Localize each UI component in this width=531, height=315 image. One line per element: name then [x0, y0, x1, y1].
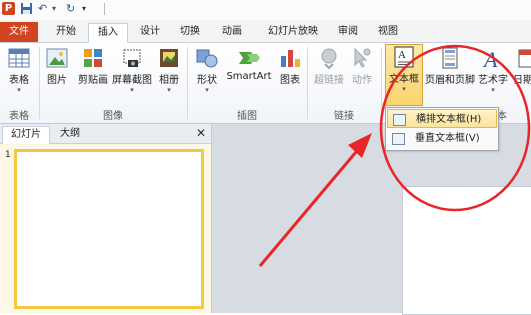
- tab-home[interactable]: 开始: [48, 23, 84, 42]
- slide-number: 1: [5, 150, 11, 160]
- header-footer-icon: [442, 47, 458, 69]
- tab-transitions[interactable]: 切换: [172, 23, 208, 42]
- chart-icon: [281, 50, 300, 67]
- album-button-label: 相册: [159, 75, 179, 86]
- horizontal-textbox-label: 横排文本框(H): [416, 114, 482, 125]
- powerpoint-app-icon[interactable]: P: [2, 2, 15, 15]
- table-button[interactable]: 表格 ▾: [4, 46, 34, 94]
- wordart-caret-icon: ▾: [491, 86, 495, 94]
- ribbon-tabs: 文件 开始 插入 设计 切换 动画 幻灯片放映 审阅 视图: [0, 20, 531, 44]
- panel-tabs: 幻灯片 大纲 ✕: [0, 124, 211, 145]
- screenshot-button-label: 屏幕截图: [112, 75, 152, 86]
- slide-thumbnail[interactable]: [14, 149, 204, 309]
- header-footer-button-label: 页眉和页脚: [425, 75, 475, 86]
- screenshot-icon: [123, 49, 141, 67]
- group-label-table: 表格: [9, 111, 29, 122]
- table-caret-icon: ▾: [17, 86, 21, 94]
- slide-thumbnail-list: 1: [0, 144, 211, 313]
- picture-button-label: 图片: [47, 75, 67, 86]
- slide-editing-area: [212, 124, 531, 315]
- screenshot-button[interactable]: 屏幕截图 ▾: [111, 46, 153, 94]
- chart-button-label: 图表: [280, 75, 300, 86]
- tab-slides[interactable]: 幻灯片: [2, 126, 50, 145]
- smartart-button[interactable]: SmartArt: [226, 46, 272, 82]
- action-button[interactable]: 动作: [348, 46, 376, 86]
- tab-outline[interactable]: 大纲: [52, 126, 88, 143]
- clipart-button-label: 剪贴画: [78, 75, 108, 86]
- menu-item-vertical-textbox[interactable]: 垂直文本框(V): [387, 129, 497, 148]
- calendar-icon: [518, 49, 531, 68]
- save-icon[interactable]: [20, 2, 33, 16]
- hyperlink-button-label: 超链接: [314, 75, 344, 86]
- chart-button[interactable]: 图表: [276, 46, 304, 86]
- qat-separator: [104, 3, 105, 15]
- header-footer-button[interactable]: 页眉和页脚: [424, 46, 476, 86]
- tab-insert[interactable]: 插入: [88, 23, 128, 44]
- tab-view[interactable]: 视图: [370, 23, 406, 42]
- close-panel-icon[interactable]: ✕: [196, 126, 206, 140]
- group-table: 表格 ▾ 表格: [0, 43, 38, 123]
- group-links: 超链接 动作 链接: [308, 43, 380, 123]
- album-button[interactable]: 相册 ▾: [154, 46, 184, 94]
- shapes-button[interactable]: 形状 ▾: [192, 46, 222, 94]
- datetime-button-label: 日期和: [513, 75, 531, 86]
- tab-slideshow[interactable]: 幻灯片放映: [260, 23, 326, 42]
- redo-icon[interactable]: ↻: [66, 2, 75, 16]
- photo-album-icon: [160, 49, 178, 67]
- tab-review[interactable]: 审阅: [330, 23, 366, 42]
- datetime-button[interactable]: 日期和: [513, 46, 531, 86]
- wordart-icon: A: [482, 47, 498, 70]
- textbox-button-label: 文本框: [389, 74, 419, 85]
- shapes-icon: [196, 49, 218, 68]
- tab-file[interactable]: 文件: [0, 22, 38, 42]
- quick-access-toolbar: P ↶ ▾ ↻ ▾: [0, 0, 531, 20]
- group-images: 图片 剪贴画 屏幕截图 ▾ 相册 ▾ 图像: [40, 43, 186, 123]
- wordart-button-label: 艺术字: [478, 75, 508, 86]
- album-caret-icon: ▾: [167, 86, 171, 94]
- vertical-textbox-icon: [392, 133, 405, 145]
- group-illustrations: 形状 ▾ SmartArt 图表 插图: [188, 43, 306, 123]
- shapes-button-label: 形状: [197, 75, 217, 86]
- menu-item-horizontal-textbox[interactable]: 横排文本框(H): [387, 109, 497, 128]
- undo-icon[interactable]: ↶: [38, 2, 47, 16]
- action-icon: [354, 47, 371, 68]
- textbox-button[interactable]: A 文本框 ▾: [385, 44, 423, 106]
- svg-text:A: A: [398, 49, 406, 61]
- textbox-caret-icon: ▾: [402, 85, 406, 93]
- horizontal-textbox-icon: [393, 114, 406, 126]
- screenshot-caret-icon: ▾: [130, 86, 134, 94]
- shapes-caret-icon: ▾: [205, 86, 209, 94]
- picture-icon: [46, 48, 68, 68]
- tab-animations[interactable]: 动画: [214, 23, 250, 42]
- table-icon: [8, 48, 30, 68]
- group-label-illustrations: 插图: [237, 111, 257, 122]
- undo-dropdown-icon[interactable]: ▾: [52, 2, 56, 16]
- clipart-button[interactable]: 剪贴画: [76, 46, 110, 86]
- group-label-images: 图像: [103, 111, 123, 122]
- slide-canvas[interactable]: [402, 186, 531, 315]
- vertical-textbox-label: 垂直文本框(V): [415, 133, 480, 144]
- hyperlink-icon: [321, 48, 337, 70]
- picture-button[interactable]: 图片: [42, 46, 72, 86]
- group-label-links: 链接: [334, 111, 354, 122]
- svg-text:A: A: [482, 47, 498, 70]
- wordart-button[interactable]: A 艺术字 ▾: [476, 46, 510, 94]
- tab-design[interactable]: 设计: [132, 23, 168, 42]
- table-button-label: 表格: [9, 75, 29, 86]
- action-button-label: 动作: [352, 75, 372, 86]
- textbox-icon: A: [394, 46, 414, 68]
- smartart-icon: [239, 52, 260, 64]
- clipart-icon: [84, 49, 102, 67]
- hyperlink-button[interactable]: 超链接: [312, 46, 346, 86]
- textbox-dropdown-menu: 横排文本框(H) 垂直文本框(V): [385, 107, 499, 151]
- customize-qat-icon[interactable]: ▾: [82, 2, 86, 16]
- slides-panel: 幻灯片 大纲 ✕ 1: [0, 124, 212, 313]
- smartart-button-label: SmartArt: [226, 71, 272, 82]
